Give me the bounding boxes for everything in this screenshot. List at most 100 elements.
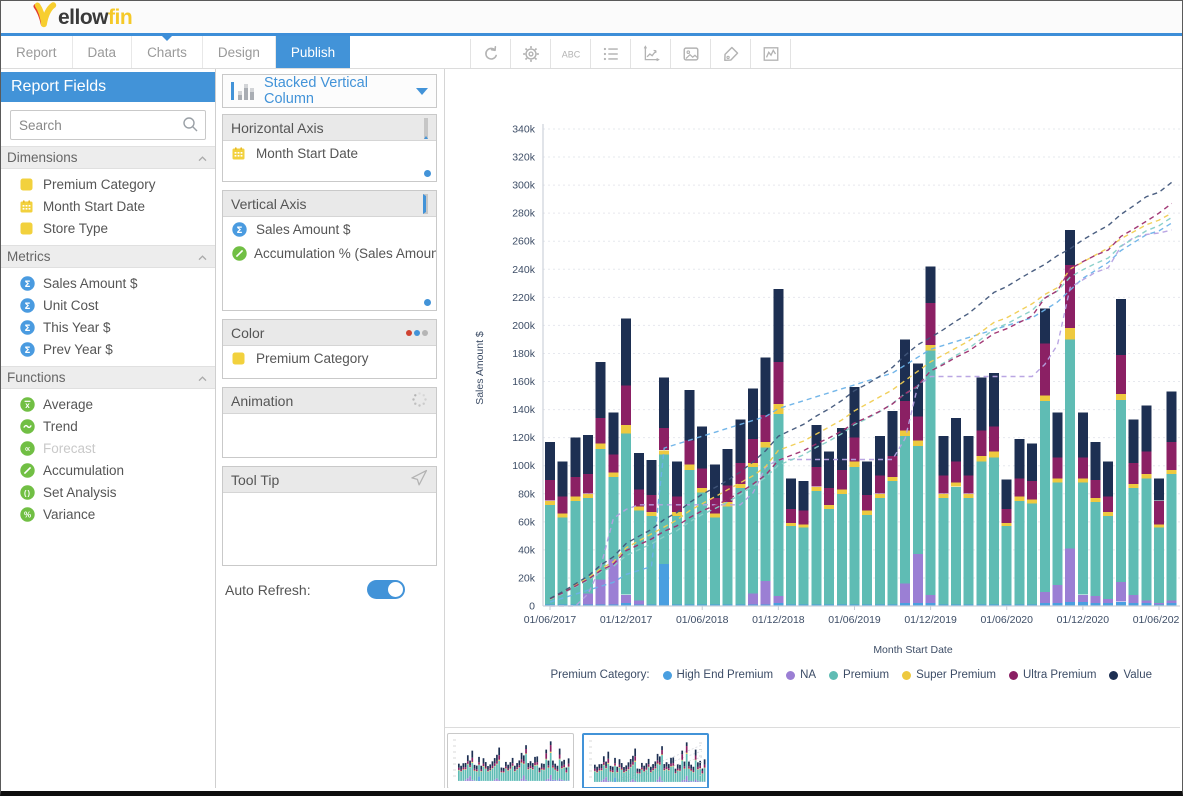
bar-month-43[interactable] [1091, 442, 1101, 606]
legend-item-high-end-premium[interactable]: High End Premium [663, 669, 774, 681]
bar-month-31[interactable] [938, 436, 948, 606]
tag-icon[interactable] [711, 39, 751, 68]
bar-month-9[interactable] [659, 377, 669, 606]
tab-publish[interactable]: Publish [276, 36, 350, 68]
legend-item-premium[interactable]: Premium [829, 669, 889, 681]
section-header-functions[interactable]: Functions [1, 366, 215, 389]
chart-type-selector[interactable]: Stacked Vertical Column [222, 74, 437, 108]
bar-month-30[interactable] [926, 267, 936, 607]
bar-month-24[interactable] [850, 387, 860, 606]
drop-zone-tool-tip[interactable] [223, 493, 436, 565]
bar-month-44[interactable] [1103, 462, 1113, 607]
gear-icon[interactable] [511, 39, 551, 68]
bar-month-5[interactable] [608, 412, 618, 606]
bar-month-10[interactable] [672, 462, 682, 607]
bar-month-34[interactable] [976, 377, 986, 606]
bar-month-8[interactable] [647, 460, 657, 606]
legend-item-value[interactable]: Value [1109, 669, 1152, 681]
bar-month-2[interactable] [570, 438, 580, 606]
search-input[interactable] [10, 110, 206, 140]
sidebar-item-average[interactable]: xAverage [1, 393, 215, 415]
bar-month-11[interactable] [685, 390, 695, 606]
legend-item-super-premium[interactable]: Super Premium [902, 669, 996, 681]
bar-month-40[interactable] [1053, 412, 1063, 606]
search-icon[interactable] [182, 116, 199, 138]
thumbnail-2[interactable] [582, 733, 709, 788]
tab-data[interactable]: Data [73, 36, 133, 68]
sidebar-item-trend[interactable]: Trend [1, 415, 215, 437]
bar-month-48[interactable] [1154, 478, 1164, 606]
image-icon[interactable] [671, 39, 711, 68]
section-header-dimensions[interactable]: Dimensions [1, 146, 215, 169]
bar-month-1[interactable] [558, 462, 568, 607]
config-header-horizontal-axis[interactable]: Horizontal Axis [223, 115, 436, 141]
bar-month-13[interactable] [710, 464, 720, 606]
bar-month-37[interactable] [1014, 439, 1024, 606]
config-header-color[interactable]: Color [223, 320, 436, 346]
bar-month-26[interactable] [875, 436, 885, 606]
sidebar-item-variance[interactable]: %Variance [1, 503, 215, 525]
bar-month-7[interactable] [634, 453, 644, 606]
bar-month-22[interactable] [824, 452, 834, 606]
sidebar-item-forecast[interactable]: ∝Forecast [1, 437, 215, 459]
bar-month-29[interactable] [913, 363, 923, 606]
bar-month-42[interactable] [1078, 412, 1088, 606]
bar-month-33[interactable] [964, 436, 974, 606]
legend-item-na[interactable]: NA [786, 669, 816, 681]
auto-refresh-toggle[interactable] [367, 580, 405, 599]
bar-month-36[interactable] [1002, 480, 1012, 606]
axis-chart-icon[interactable] [631, 39, 671, 68]
bar-month-14[interactable] [723, 449, 733, 606]
config-header-animation[interactable]: Animation [223, 388, 436, 414]
bar-month-17[interactable] [761, 358, 771, 606]
list-icon[interactable] [591, 39, 631, 68]
bar-month-46[interactable] [1129, 419, 1139, 606]
sidebar-item-unit-cost[interactable]: ΣUnit Cost [1, 294, 215, 316]
sidebar-item-store-type[interactable]: Store Type [1, 217, 215, 239]
main-chart[interactable]: 020k40k60k80k100k120k140k160k180k200k220… [445, 69, 1180, 728]
sidebar-item-set-analysis[interactable]: ()Set Analysis [1, 481, 215, 503]
drop-zone-vertical-axis[interactable]: ΣSales Amount $Accumulation % (Sales Amo… [223, 217, 436, 310]
bar-month-47[interactable] [1141, 405, 1151, 606]
sidebar-item-accumulation[interactable]: Accumulation [1, 459, 215, 481]
bar-month-18[interactable] [773, 289, 783, 606]
abc-icon[interactable]: ABC [551, 39, 591, 68]
drop-zone-horizontal-axis[interactable]: Month Start Date [223, 141, 436, 181]
bar-month-19[interactable] [786, 478, 796, 606]
bar-month-49[interactable] [1167, 391, 1177, 606]
zone-item-accumulation-sales-amount[interactable]: Accumulation % (Sales Amount... [223, 241, 436, 265]
sidebar-item-month-start-date[interactable]: Month Start Date [1, 195, 215, 217]
bar-month-20[interactable] [799, 481, 809, 606]
bar-month-0[interactable] [545, 442, 555, 606]
sidebar-item-this-year[interactable]: ΣThis Year $ [1, 316, 215, 338]
bar-month-15[interactable] [735, 419, 745, 606]
bar-month-27[interactable] [888, 411, 898, 606]
bar-month-25[interactable] [862, 462, 872, 607]
undo-icon[interactable] [471, 39, 511, 68]
tab-report[interactable]: Report [1, 36, 73, 68]
config-header-tool-tip[interactable]: Tool Tip [223, 467, 436, 493]
sidebar-item-sales-amount[interactable]: ΣSales Amount $ [1, 272, 215, 294]
bar-month-45[interactable] [1116, 299, 1126, 606]
tab-design[interactable]: Design [203, 36, 276, 68]
bar-month-39[interactable] [1040, 309, 1050, 606]
bar-month-32[interactable] [951, 418, 961, 606]
bar-month-35[interactable] [989, 373, 999, 606]
zone-item-sales-amount[interactable]: ΣSales Amount $ [223, 217, 436, 241]
sidebar-item-prev-year[interactable]: ΣPrev Year $ [1, 338, 215, 360]
drop-zone-color[interactable]: Premium Category [223, 346, 436, 378]
zone-item-premium-category[interactable]: Premium Category [223, 346, 436, 370]
bar-month-28[interactable] [900, 339, 910, 606]
zone-item-month-start-date[interactable]: Month Start Date [223, 141, 436, 165]
tab-charts[interactable]: Charts [132, 36, 203, 68]
bar-month-6[interactable] [621, 318, 631, 606]
bar-month-21[interactable] [811, 425, 821, 606]
section-header-metrics[interactable]: Metrics [1, 245, 215, 268]
bar-month-38[interactable] [1027, 443, 1037, 606]
config-header-vertical-axis[interactable]: Vertical Axis [223, 191, 436, 217]
thumbnail-1[interactable] [447, 733, 574, 788]
legend-item-ultra-premium[interactable]: Ultra Premium [1009, 669, 1096, 681]
line-chart-icon[interactable] [751, 39, 791, 68]
sidebar-item-premium-category[interactable]: Premium Category [1, 173, 215, 195]
bar-month-41[interactable] [1065, 230, 1075, 606]
